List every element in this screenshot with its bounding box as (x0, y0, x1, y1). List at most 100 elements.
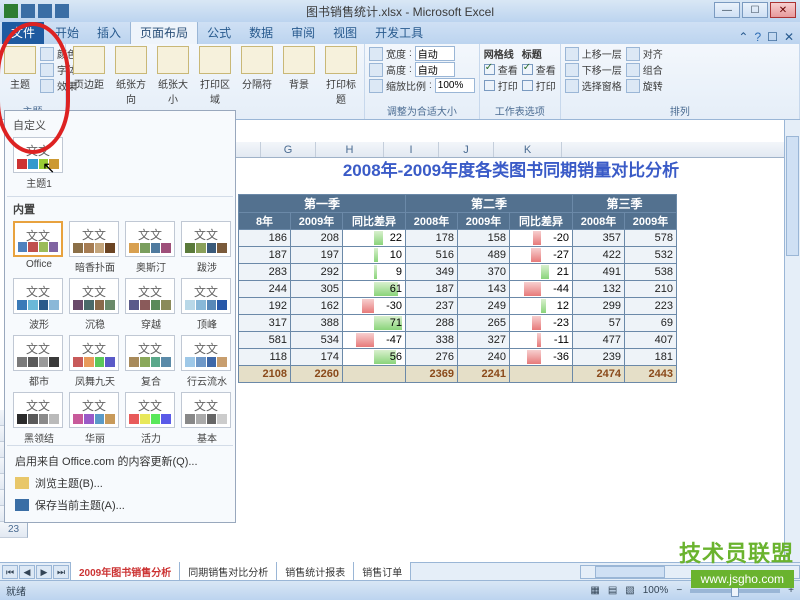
align-button[interactable]: 对齐 (626, 46, 663, 61)
selection-pane-icon (565, 79, 579, 93)
gridlines-view-check[interactable]: 查看 (484, 62, 518, 77)
gallery-save-theme[interactable]: 保存当前主题(A)... (7, 494, 233, 516)
theme-item-6[interactable]: 文文穿越 (125, 278, 177, 331)
headings-print-check[interactable]: 打印 (522, 78, 556, 93)
rotate-icon (626, 79, 640, 93)
ribbon-tabs: 文件 开始 插入 页面布局 公式 数据 审阅 视图 开发工具 ⌃ ? ☐ ✕ (0, 22, 800, 44)
selection-pane-button[interactable]: 选择窗格 (565, 78, 622, 93)
theme-item-11[interactable]: 文文行云流水 (181, 335, 233, 388)
scale-input[interactable] (435, 78, 475, 93)
scale-height-row: 高度: (369, 62, 475, 77)
group-button[interactable]: 组合 (626, 62, 663, 77)
sheet-nav-prev[interactable]: ◀ (19, 565, 35, 579)
view-break-icon[interactable]: ▧ (625, 585, 634, 596)
orientation-icon (115, 46, 147, 74)
send-backward-icon (565, 63, 579, 77)
sheet-nav-last[interactable]: ⏭ (53, 565, 69, 579)
scale-ratio-row: 缩放比例: (369, 78, 475, 93)
theme-item-2[interactable]: 文文奥斯汀 (125, 221, 177, 274)
folder-icon (15, 477, 29, 489)
height-input[interactable] (415, 62, 455, 77)
zoom-level[interactable]: 100% (643, 585, 669, 596)
undo-icon[interactable] (38, 4, 52, 18)
maximize-button[interactable]: ☐ (742, 2, 768, 18)
align-icon (626, 47, 640, 61)
breaks-icon (241, 46, 273, 74)
tab-developer[interactable]: 开发工具 (366, 21, 432, 44)
watermark-text: 技术员联盟 (679, 536, 794, 568)
save-icon[interactable] (21, 4, 35, 18)
tab-file[interactable]: 文件 (2, 21, 44, 44)
sheet-title: 2008年-2009年度各类图书同期销量对比分析 (238, 160, 784, 182)
print-area-icon (199, 46, 231, 74)
size-button[interactable]: 纸张大小 (154, 46, 192, 106)
tab-review[interactable]: 审阅 (282, 21, 324, 44)
scale-icon (369, 79, 383, 93)
tab-home[interactable]: 开始 (46, 21, 88, 44)
sheet-tab-4[interactable]: 销售订单 (353, 562, 411, 582)
margins-button[interactable]: 页边距 (70, 46, 108, 91)
redo-icon[interactable] (55, 4, 69, 18)
minimize-ribbon-icon[interactable]: ⌃ (738, 30, 748, 44)
sheet-tab-2[interactable]: 同期销售对比分析 (179, 562, 277, 582)
print-titles-button[interactable]: 打印标题 (322, 46, 360, 106)
sheet-nav-next[interactable]: ▶ (36, 565, 52, 579)
checkbox-icon (484, 64, 495, 75)
vertical-scrollbar[interactable] (784, 120, 800, 562)
theme-item-5[interactable]: 文文沉稳 (69, 278, 121, 331)
group-icon (626, 63, 640, 77)
theme-item-13[interactable]: 文文华丽 (69, 392, 121, 445)
theme-item-7[interactable]: 文文顶峰 (181, 278, 233, 331)
theme-item-9[interactable]: 文文凤舞九天 (69, 335, 121, 388)
tab-data[interactable]: 数据 (240, 21, 282, 44)
gridlines-print-check[interactable]: 打印 (484, 78, 518, 93)
orientation-button[interactable]: 纸张方向 (112, 46, 150, 106)
sheet-tab-3[interactable]: 销售统计报表 (276, 562, 354, 582)
scrollbar-thumb[interactable] (786, 136, 799, 256)
breaks-button[interactable]: 分隔符 (238, 46, 276, 91)
theme-item-1[interactable]: 文文暗香扑面 (69, 221, 121, 274)
gallery-browse-themes[interactable]: 浏览主题(B)... (7, 472, 233, 494)
theme-item-10[interactable]: 文文复合 (125, 335, 177, 388)
sheet-tab-1[interactable]: 2009年图书销售分析 (70, 562, 180, 582)
close-workbook-icon[interactable]: ✕ (784, 30, 794, 44)
headings-view-check[interactable]: 查看 (522, 62, 556, 77)
minimize-button[interactable]: — (714, 2, 740, 18)
themes-button[interactable]: 主题 (4, 46, 36, 91)
quick-access-toolbar[interactable] (4, 4, 69, 18)
window-restore-icon[interactable]: ☐ (767, 30, 778, 44)
view-normal-icon[interactable]: ▦ (590, 585, 599, 596)
rotate-button[interactable]: 旋转 (626, 78, 663, 93)
gallery-office-update[interactable]: 启用来自 Office.com 的内容更新(Q)... (7, 450, 233, 472)
theme-item-0[interactable]: 文文Office (13, 221, 65, 274)
theme-item-8[interactable]: 文文都市 (13, 335, 65, 388)
zoom-slider[interactable] (690, 589, 780, 593)
sheet-nav-first[interactable]: ⏮ (2, 565, 18, 579)
tab-page-layout[interactable]: 页面布局 (130, 20, 198, 44)
save-icon (15, 499, 29, 511)
zoom-out-button[interactable]: − (676, 585, 682, 596)
theme-item-15[interactable]: 文文基本 (181, 392, 233, 445)
data-table: 第一季第二季第三季8年2009年同比差异2008年2009年同比差异2008年2… (238, 194, 677, 383)
bring-forward-button[interactable]: 上移一层 (565, 46, 622, 61)
background-button[interactable]: 背景 (280, 46, 318, 91)
scrollbar-thumb[interactable] (595, 566, 665, 578)
bring-forward-icon (565, 47, 579, 61)
theme-item-4[interactable]: 文文波形 (13, 278, 65, 331)
print-area-button[interactable]: 打印区域 (196, 46, 234, 106)
themes-gallery: 自定义 文文 主题1 内置 文文Office文文暗香扑面文文奥斯汀文文跋涉文文波… (4, 110, 236, 523)
tab-view[interactable]: 视图 (324, 21, 366, 44)
view-layout-icon[interactable]: ▤ (608, 585, 617, 596)
close-button[interactable]: ✕ (770, 2, 796, 18)
theme-item-3[interactable]: 文文跋涉 (181, 221, 233, 274)
theme-item-14[interactable]: 文文活力 (125, 392, 177, 445)
width-input[interactable] (415, 46, 455, 61)
help-icon[interactable]: ? (754, 30, 761, 44)
checkbox-icon (522, 80, 533, 91)
height-icon (369, 63, 383, 77)
theme-custom-1[interactable]: 文文 主题1 (13, 137, 65, 190)
tab-formulas[interactable]: 公式 (198, 21, 240, 44)
theme-item-12[interactable]: 文文黑领结 (13, 392, 65, 445)
send-backward-button[interactable]: 下移一层 (565, 62, 622, 77)
tab-insert[interactable]: 插入 (88, 21, 130, 44)
